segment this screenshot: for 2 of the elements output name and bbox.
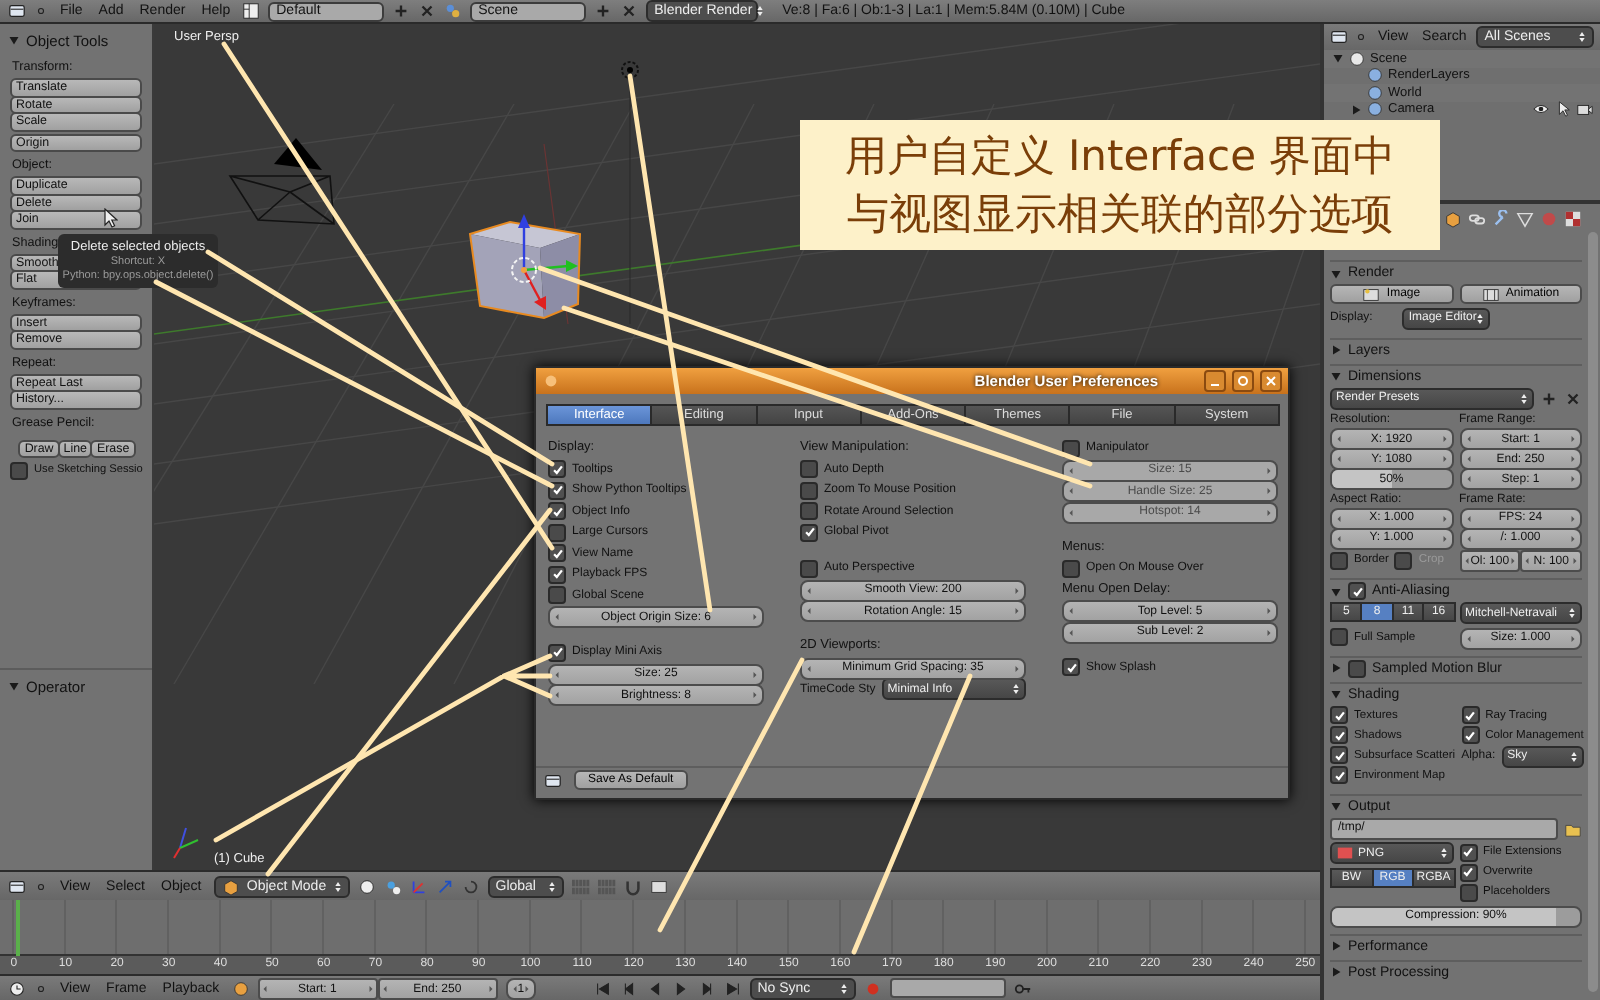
callout-text: 用户自定义 Interface 界面中 [844,129,1396,183]
callout-text: 与视图显示相关联的部分选项 [847,187,1393,241]
